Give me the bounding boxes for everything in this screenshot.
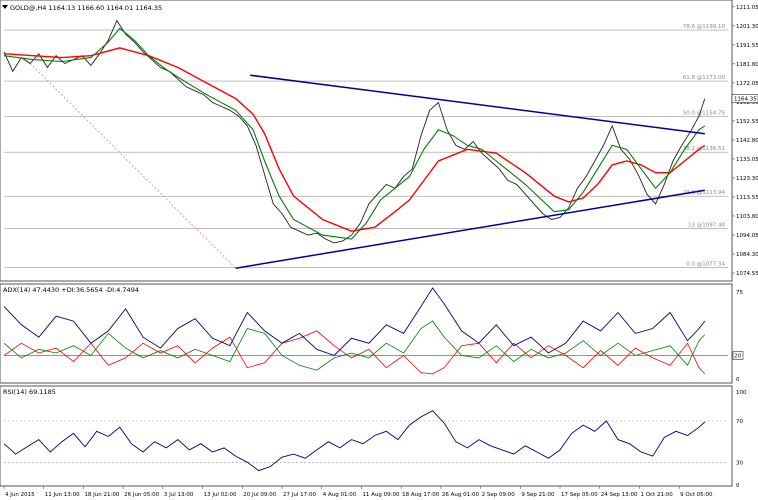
price-tick-label: 1094.05 — [736, 233, 758, 239]
price-tick-label: 1211.05 — [736, 5, 758, 11]
price-tick-label: 1103.80 — [736, 214, 758, 220]
x-tick-label: 9 Oct 05:00 — [680, 492, 713, 498]
fib-level-label: 61.8 @1173.00 — [683, 75, 726, 81]
price-tick-label: 1074.55 — [736, 271, 758, 277]
x-tick-label: 27 Jul 17:00 — [283, 492, 316, 498]
rsi-tick-label: 100 — [736, 390, 747, 396]
x-tick-label: 13 Jul 02:00 — [204, 492, 237, 498]
x-tick-label: 26 Jun 05:00 — [124, 492, 159, 498]
x-tick-label: 11 Jun 13:00 — [45, 492, 80, 498]
adx-label: ADX(14) 47.4430 +DI:36.5654 -DI:4.7494 — [3, 286, 139, 294]
rsi-panel — [0, 385, 733, 487]
x-tick-label: 9 Sep 21:00 — [521, 492, 555, 498]
x-tick-label: 17 Sep 05:00 — [561, 492, 598, 498]
adx-tick-label: 75 — [736, 290, 743, 296]
fib-level-label: 13 @1097.48 — [688, 222, 725, 228]
x-tick-label: 3 Jul 13:00 — [164, 492, 194, 498]
price-tick-label: 1084.30 — [736, 252, 758, 258]
price-tick-label: 1133.05 — [736, 157, 758, 163]
price-tick-label: 1201.30 — [736, 24, 758, 30]
price-tick-label: 1123.30 — [736, 176, 758, 182]
adx-tick-label: 0 — [736, 377, 740, 383]
price-panel — [0, 0, 733, 282]
fib-level-label: 78.6 @1199.10 — [683, 24, 726, 30]
trading-chart: 78.6 @1199.10 61.8 @1173.00 50.0 @1154.75 3… — [0, 0, 758, 498]
fib-level-label: 0.0 @1077.34 — [686, 262, 725, 268]
price-tick-label: 1152.55 — [736, 119, 758, 125]
price-tick-label: 1191.55 — [736, 43, 758, 49]
x-tick-label: 24 Sep 13:00 — [601, 492, 638, 498]
symbol-info: GOLD@,H4 1164.13 1166.60 1164.01 1164.35 — [10, 4, 162, 12]
x-tick-label: 20 Jul 09:00 — [243, 492, 276, 498]
x-tick-label: 4 Aug 01:00 — [323, 492, 357, 498]
rsi-tick-label: 0 — [736, 483, 740, 489]
x-tick-label: 18 Aug 17:00 — [402, 492, 440, 498]
rsi-tick-label: 70 — [736, 419, 743, 425]
price-tick-label: 1113.55 — [736, 195, 758, 201]
fib-level-label: 38.2 @1136.51 — [683, 146, 725, 152]
price-tick-label: 1172.05 — [736, 81, 758, 87]
x-tick-label: 1 Oct 21:00 — [640, 492, 673, 498]
x-tick-label: 4 Jun 2015 — [5, 492, 35, 498]
x-tick-label: 18 Jun 21:00 — [84, 492, 119, 498]
x-tick-label: 26 Aug 01:00 — [442, 492, 480, 498]
fib-level-label: 50.0 @1154.75 — [683, 111, 726, 117]
adx-panel — [0, 283, 733, 384]
price-tick-label: 1181.80 — [736, 62, 758, 68]
price-tick-label: 1142.80 — [736, 138, 758, 144]
rsi-tick-label: 30 — [736, 460, 743, 466]
rsi-label: RSI(14) 69.1185 — [3, 388, 56, 396]
current-price-label: 1164.35 — [734, 97, 757, 103]
x-tick-label: 2 Sep 09:00 — [482, 492, 516, 498]
adx-tick-label: 20 — [734, 353, 741, 359]
x-tick-label: 11 Aug 09:00 — [362, 492, 400, 498]
